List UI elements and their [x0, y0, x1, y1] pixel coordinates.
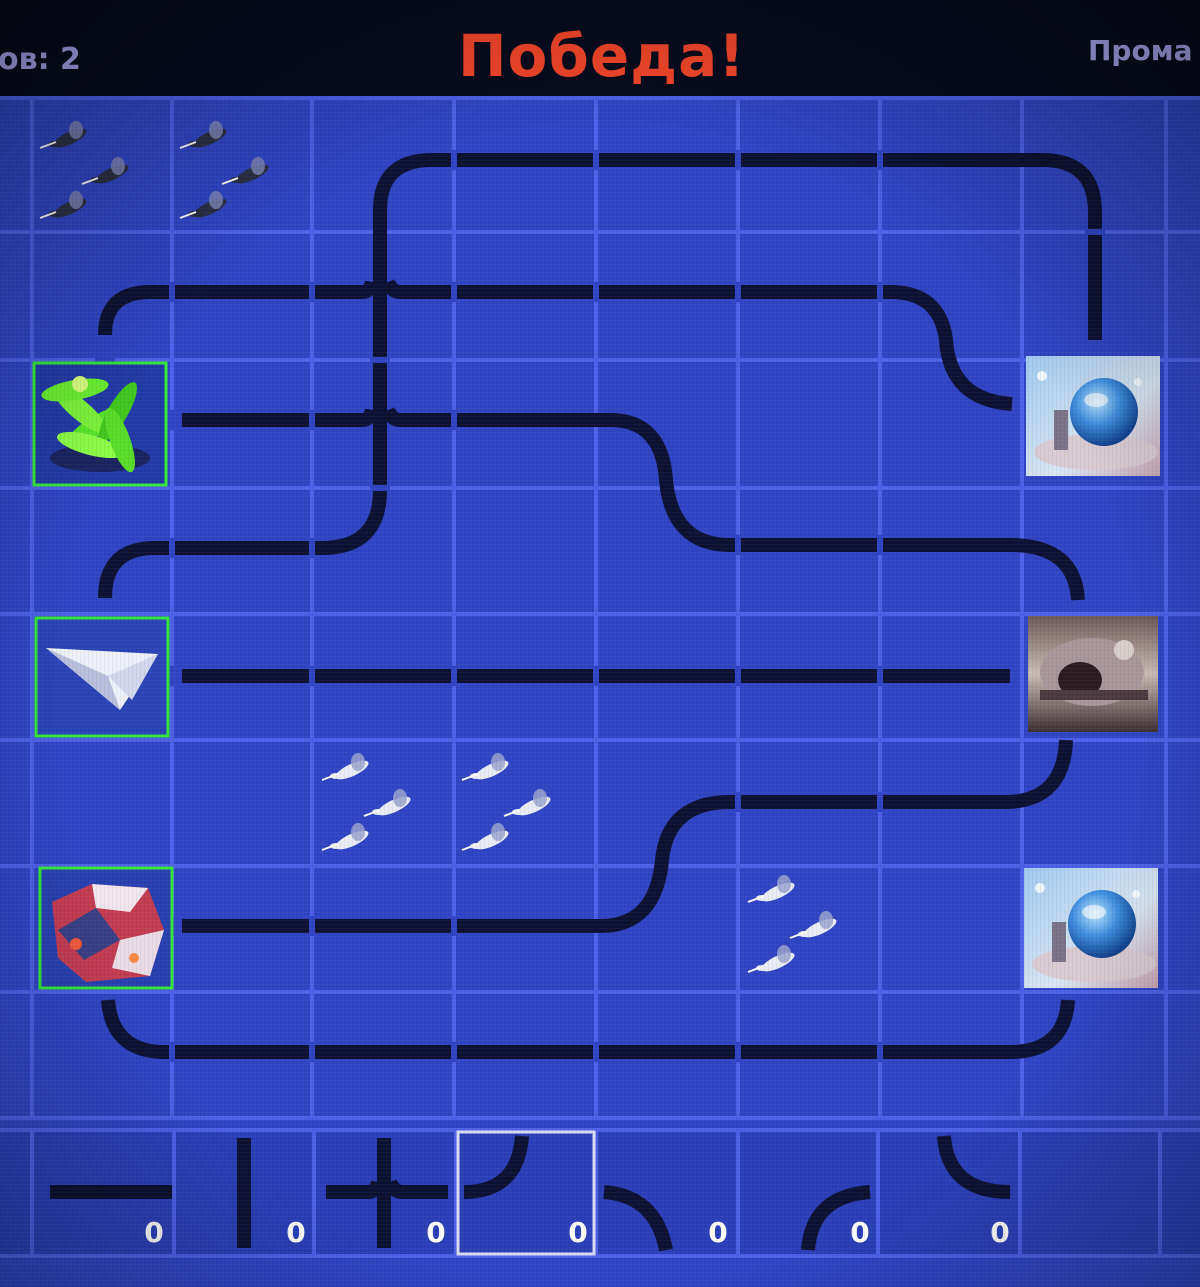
board-cell[interactable]: [1168, 234, 1200, 358]
board-cell[interactable]: [34, 742, 170, 864]
globe-base-icon: [1024, 868, 1158, 988]
pipe-joint: [877, 666, 883, 686]
piece-corner-pipe-up-left[interactable]: 0: [456, 1130, 596, 1256]
piece-corner-pipe-up-right[interactable]: 0: [880, 1132, 1016, 1254]
piece-count: 0: [286, 1216, 305, 1249]
pipe-joint: [735, 792, 741, 812]
piece-count: 0: [990, 1216, 1009, 1249]
paper-plane-icon[interactable]: [34, 616, 170, 738]
board-cell[interactable]: [1168, 100, 1200, 230]
pipe-joint: [593, 666, 599, 686]
pipe-joint: [169, 538, 175, 558]
pipe-joint: [735, 150, 741, 170]
game-canvas: 0 0 0 0 0 0 0: [0, 0, 1200, 1287]
piece-corner-pipe-down-right[interactable]: 0: [740, 1132, 876, 1254]
pipe-joint: [593, 1042, 599, 1062]
piece-horizontal-pipe[interactable]: 0: [34, 1132, 172, 1254]
pipe-joint: [735, 282, 741, 302]
pipe-joint: [451, 150, 457, 170]
board-cell[interactable]: [456, 490, 594, 612]
pipe-joint: [877, 150, 883, 170]
board-cell[interactable]: [1024, 994, 1164, 1116]
board-cell[interactable]: [174, 742, 310, 864]
pipe-joint: [451, 1042, 457, 1062]
piece-count: 0: [568, 1216, 587, 1249]
pipe-joint: [309, 1042, 315, 1062]
pipe-joint: [309, 282, 315, 302]
board-cell[interactable]: [1168, 490, 1200, 612]
rocky-cave-icon: [1028, 616, 1158, 732]
pipe-joint: [877, 282, 883, 302]
pipe-joint: [593, 282, 599, 302]
pipe-joint: [735, 535, 741, 555]
board-cell[interactable]: [882, 868, 1020, 990]
pipe-joint: [1085, 229, 1105, 235]
piece-corner-pipe-down-left[interactable]: 0: [598, 1132, 734, 1254]
pipe-joint: [451, 282, 457, 302]
game-window: ов: 2 Победа! Прома 0 0 0 0 0 0 0: [0, 0, 1200, 1287]
board-cell[interactable]: [1168, 742, 1200, 864]
board-cell[interactable]: [1168, 994, 1200, 1116]
board-cell[interactable]: [1168, 616, 1200, 738]
board-cell[interactable]: [34, 100, 170, 230]
board-cell[interactable]: [740, 362, 878, 486]
pipe-joint: [309, 916, 315, 936]
pipe-joint: [309, 666, 315, 686]
pipe-joint: [169, 666, 175, 686]
board-cell[interactable]: [1168, 868, 1200, 990]
pipe-joint: [169, 282, 175, 302]
board-cell[interactable]: [882, 362, 1020, 486]
board-cell[interactable]: [1168, 362, 1200, 486]
piece-cross-pipe[interactable]: 0: [316, 1132, 452, 1254]
piece-count: 0: [144, 1216, 163, 1249]
pipe-joint: [451, 916, 457, 936]
red-crystal-icon[interactable]: [38, 866, 174, 990]
board-cell[interactable]: [174, 100, 310, 230]
pipe-joint: [370, 357, 390, 363]
pipe-joint: [877, 1042, 883, 1062]
pipe-joint: [309, 410, 315, 430]
pipe-joint: [735, 666, 741, 686]
piece-vertical-pipe[interactable]: 0: [176, 1132, 312, 1254]
pipe-joint: [451, 410, 457, 430]
pipe-joint: [877, 792, 883, 812]
pipe-joint: [593, 150, 599, 170]
piece-count: 0: [426, 1216, 445, 1249]
pipe-joint: [169, 1042, 175, 1062]
piece-count: 0: [850, 1216, 869, 1249]
piece-count: 0: [708, 1216, 727, 1249]
globe-base-icon: [1026, 356, 1160, 476]
piece-toolbar: 0 0 0 0 0 0 0: [34, 1130, 1016, 1256]
pipe-joint: [735, 1042, 741, 1062]
green-plant-icon[interactable]: [32, 361, 168, 487]
board-cell[interactable]: [1024, 742, 1164, 864]
pipe-joint: [309, 538, 315, 558]
pipe-joint: [877, 535, 883, 555]
pipe-joint: [370, 485, 390, 491]
pipe-joint: [451, 666, 457, 686]
pipe-joint: [169, 410, 175, 430]
